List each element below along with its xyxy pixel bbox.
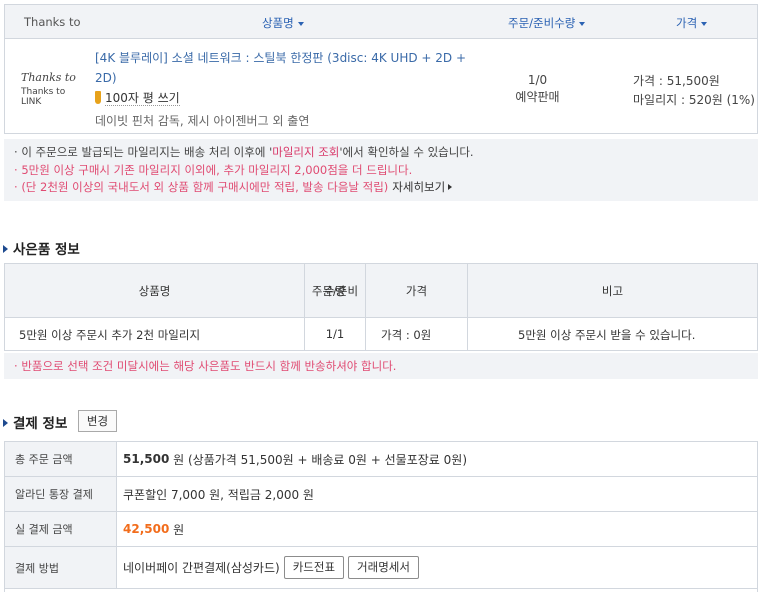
mileage-value: 마일리지 : 520원 (1%) — [633, 93, 755, 107]
more-details-link[interactable]: 자세히보기 — [392, 180, 453, 194]
total-amount-label: 총 주문 금액 — [5, 442, 117, 476]
order-table: Thanks to 상품명 주문/준비수량 가격 Thanks to Thank… — [4, 4, 758, 134]
gift-return-note: · 반품으로 선택 조건 미달시에는 해당 사은품도 반드시 함께 반송하셔야 … — [4, 353, 758, 379]
payment-row-actual: 실 결제 금액 42,500 원 — [5, 512, 757, 547]
bullet-triangle-icon — [3, 245, 8, 253]
product-title-link[interactable]: [4K 블루레이] 소셜 네트워크 : 스틸북 한정판 (3disc: 4K U… — [95, 48, 475, 88]
header-product-name-sort[interactable]: 상품명 — [262, 15, 304, 31]
header-price-sort[interactable]: 가격 — [676, 15, 708, 31]
gift-name: 5만원 이상 주문시 추가 2천 마일리지 — [19, 328, 201, 342]
payment-row-total: 총 주문 금액 51,500 원 (상품가격 51,500원 + 배송료 0원 … — [5, 442, 757, 477]
sort-caret-icon — [297, 21, 304, 26]
order-table-header: Thanks to 상품명 주문/준비수량 가격 — [5, 5, 757, 39]
payment-table: 총 주문 금액 51,500 원 (상품가격 51,500원 + 배송료 0원 … — [4, 441, 758, 592]
payment-section-title: 결제 정보 — [3, 412, 67, 432]
payment-method-label: 결제 방법 — [5, 547, 117, 588]
thanks-to-link-text: Thanks to LINK — [21, 87, 66, 107]
product-credits: 데이빗 핀처 감독, 제시 아이젠버그 외 출연 — [95, 114, 310, 128]
actual-amount-label: 실 결제 금액 — [5, 512, 117, 546]
qty-value: 1/0 — [527, 73, 548, 87]
gift-header-name: 상품명 — [138, 284, 171, 298]
note-line-3: · (단 2천원 이상의 국내도서 외 상품 함께 구매시에만 적립, 발송 다… — [14, 179, 748, 197]
gift-row: 5만원 이상 주문시 추가 2천 마일리지 1/1 가격 : 0원 5만원 이상… — [5, 318, 757, 350]
gift-section-title: 사은품 정보 — [3, 238, 80, 258]
aladin-account-label: 알라딘 통장 결제 — [5, 477, 117, 511]
change-payment-button[interactable]: 변경 — [78, 410, 117, 432]
note-line-2: · 5만원 이상 구매시 기존 마일리지 이외에, 추가 마일리지 2,000점… — [14, 162, 413, 177]
price-cell: 가격 : 51,500원 마일리지 : 520원 (1%) — [633, 72, 755, 110]
note-line-1: · 이 주문으로 발급되는 마일리지는 배송 처리 이후에 '마일리지 조회'에… — [14, 145, 474, 159]
sort-caret-icon — [701, 21, 708, 26]
mileage-lookup-link[interactable]: 마일리지 조회 — [272, 145, 339, 159]
qty-cell: 1/0 예약판매 — [500, 72, 575, 106]
header-thanks-to: Thanks to — [24, 15, 81, 29]
payment-row-method: 결제 방법 네이버페이 간편결제(삼성카드) 카드전표 거래명세서 — [5, 547, 757, 589]
thanks-to-text: Thanks to — [21, 71, 76, 84]
gift-price: 가격 : 0원 — [381, 328, 432, 342]
payment-method-value: 네이버페이 간편결제(삼성카드) 카드전표 거래명세서 — [123, 547, 419, 588]
gift-remark: 5만원 이상 주문시 받을 수 있습니다. — [518, 328, 696, 342]
review-write-link[interactable]: 100자 평 쓰기 — [95, 89, 180, 106]
actual-amount-value: 42,500 원 — [123, 522, 185, 537]
sale-status: 예약판매 — [515, 90, 560, 104]
gift-header-remark: 비고 — [601, 284, 624, 298]
review-label: 100자 평 쓰기 — [105, 91, 180, 106]
thanks-to-logo[interactable]: Thanks to Thanks to LINK — [21, 71, 81, 107]
card-receipt-button[interactable]: 카드전표 — [283, 556, 345, 579]
arrow-right-icon — [448, 184, 453, 190]
aladin-account-value: 쿠폰할인 7,000 원, 적립금 2,000 원 — [123, 487, 314, 502]
gift-table: 상품명 주문/준비 수량 가격 비고 5만원 이상 주문시 추가 2천 마일리지 … — [4, 263, 758, 351]
gift-table-header: 상품명 주문/준비 수량 가격 비고 — [5, 264, 757, 318]
gift-header-price: 가격 — [405, 284, 428, 298]
price-value: 가격 : 51,500원 — [633, 74, 720, 88]
order-row: Thanks to Thanks to LINK [4K 블루레이] 소셜 네트… — [5, 39, 757, 133]
gift-header-qty: 주문/준비 수량 — [311, 284, 359, 298]
payment-row-aladin: 알라딘 통장 결제 쿠폰할인 7,000 원, 적립금 2,000 원 — [5, 477, 757, 512]
pencil-icon — [95, 91, 101, 104]
header-qty-sort[interactable]: 주문/준비수량 — [508, 15, 586, 31]
mileage-notes: · 이 주문으로 발급되는 마일리지는 배송 처리 이후에 '마일리지 조회'에… — [4, 139, 758, 201]
sort-caret-icon — [579, 21, 586, 26]
statement-button[interactable]: 거래명세서 — [348, 556, 419, 579]
total-amount-value: 51,500 원 (상품가격 51,500원 + 배송료 0원 + 선물포장료 … — [123, 452, 468, 467]
bullet-triangle-icon — [3, 419, 8, 427]
gift-qty: 1/1 — [325, 327, 345, 341]
